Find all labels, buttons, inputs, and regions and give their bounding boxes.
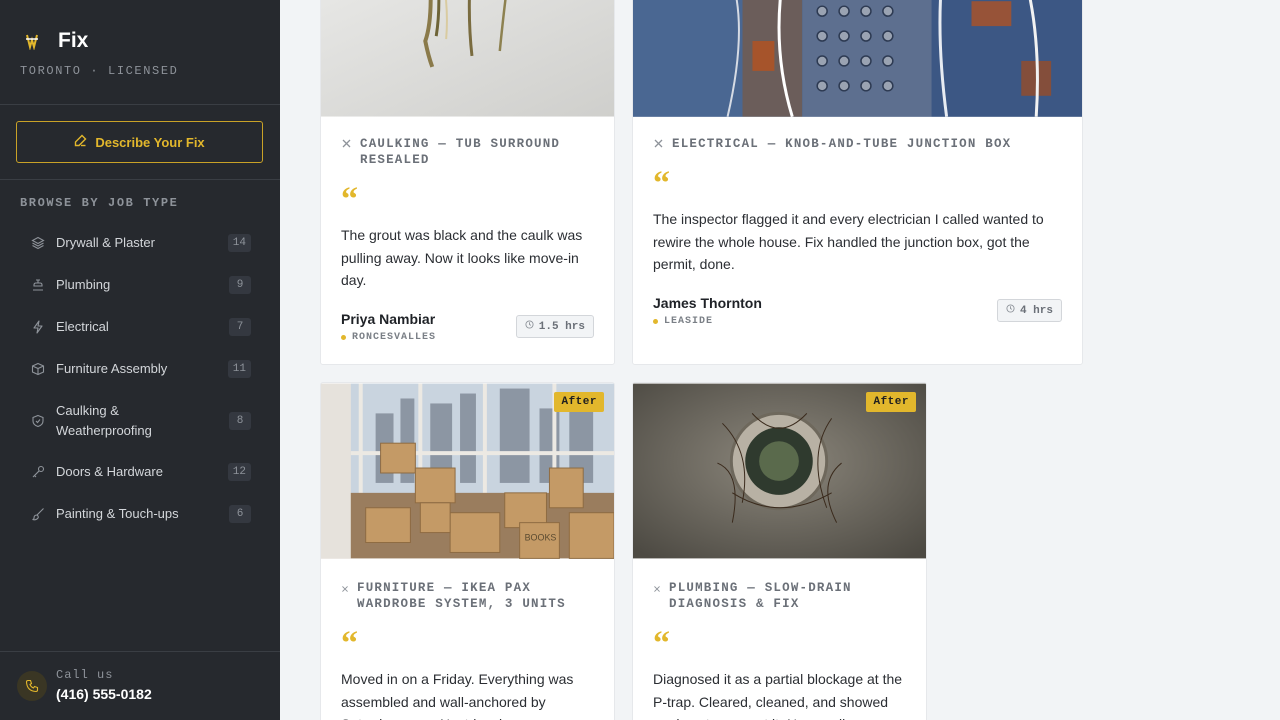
clock-icon [525, 320, 534, 333]
sidebar: Fix TORONTO · LICENSED Describe Your Fix… [0, 0, 280, 720]
nav-item-count: 9 [229, 276, 251, 294]
quote-mark-icon: “ [341, 181, 358, 218]
location-dot-icon [653, 319, 658, 324]
nav-item-label: Painting & Touch-ups [56, 506, 179, 521]
nav-item-furniture[interactable]: Furniture Assembly 11 [16, 348, 264, 390]
tub-photo [321, 0, 614, 117]
describe-fix-label: Describe Your Fix [95, 134, 205, 150]
nav-item-count: 6 [229, 505, 251, 523]
nav-item-doors[interactable]: Doors & Hardware 12 [16, 451, 264, 493]
brand-name: Fix [58, 29, 89, 52]
phone-number-link[interactable]: (416) 555-0182 [56, 686, 152, 702]
nav-item-caulking[interactable]: Caulking & Weatherproofing 8 [16, 390, 264, 451]
tools-icon [341, 138, 352, 168]
time-text: 1.5 hrs [538, 320, 585, 333]
job-type-label: ELECTRICAL — KNOB-AND-TUBE JUNCTION BOX [653, 136, 1073, 154]
nav-item-count: 12 [227, 463, 251, 481]
testimonial-card[interactable]: ELECTRICAL — KNOB-AND-TUBE JUNCTION BOX … [632, 0, 1083, 365]
nav-item-label: Furniture Assembly [56, 361, 168, 376]
junction-box-photo [633, 0, 1082, 117]
location-dot-icon [341, 335, 346, 340]
neighbourhood-text: RONCESVALLES [352, 332, 437, 343]
describe-fix-button[interactable]: Describe Your Fix [16, 121, 263, 163]
nav-item-painting[interactable]: Painting & Touch-ups 6 [16, 493, 264, 535]
nav-item-count: 14 [227, 234, 251, 252]
testimonial-quote: Diagnosed it as a partial blockage at th… [653, 671, 903, 720]
testimonial-quote: The grout was black and the caulk was pu… [341, 227, 583, 288]
nav-item-plumbing[interactable]: Plumbing 9 [16, 264, 264, 306]
faucet-icon [30, 277, 46, 293]
brand[interactable]: Fix [20, 26, 88, 56]
author-name: Priya Nambiar [341, 311, 436, 327]
tools-icon [653, 138, 664, 154]
testimonial-card[interactable]: After PLUMBING — SLOW-DRAIN DIAGNOSIS & … [632, 382, 927, 720]
box-label: BOOKS [525, 533, 557, 543]
tools-icon [341, 582, 349, 612]
job-type-text: CAULKING — TUB SURROUND RESEALED [360, 137, 561, 167]
neighbourhood-label: RONCESVALLES [341, 332, 436, 343]
time-badge: 4 hrs [996, 299, 1062, 322]
divider [0, 104, 280, 105]
brand-logo-icon [20, 29, 44, 53]
time-text: 4 hrs [1019, 304, 1053, 317]
nav-item-count: 11 [227, 360, 251, 378]
nav-item-count: 7 [229, 318, 251, 336]
brush-icon [30, 506, 46, 522]
nav-item-label: Doors & Hardware [56, 464, 163, 479]
phone-icon [17, 671, 47, 701]
quote-mark-icon: “ [653, 165, 670, 202]
nav-section-title: BROWSE BY JOB TYPE [20, 196, 179, 210]
nav-item-label: Caulking & Weatherproofing [56, 402, 152, 438]
divider [0, 179, 280, 180]
quote-mark-icon: “ [341, 625, 358, 662]
call-us-label: Call us [56, 668, 114, 682]
after-badge: After [866, 392, 916, 412]
bolt-icon [30, 319, 46, 335]
layers-icon [30, 235, 46, 251]
time-badge: 1.5 hrs [515, 315, 594, 338]
tools-icon [653, 582, 661, 612]
neighbourhood-label: LEASIDE [653, 316, 713, 327]
sidebar-footer: Call us (416) 555-0182 [0, 651, 280, 720]
quote-mark-icon: “ [653, 625, 670, 662]
job-type-text: ELECTRICAL — KNOB-AND-TUBE JUNCTION BOX [672, 137, 1012, 151]
job-type-text: PLUMBING — SLOW-DRAIN DIAGNOSIS & FIX [669, 581, 852, 611]
brand-subtitle: TORONTO · LICENSED [20, 64, 179, 78]
key-icon [30, 464, 46, 480]
job-type-text: FURNITURE — IKEA PAX WARDROBE SYSTEM, 3 … [357, 581, 566, 611]
job-type-label: CAULKING — TUB SURROUND RESEALED [341, 136, 601, 168]
testimonial-card[interactable]: BOOKS After FURNITURE — IKEA PAX WARDROB… [320, 382, 615, 720]
nav-item-electrical[interactable]: Electrical 7 [16, 306, 264, 348]
neighbourhood-text: LEASIDE [664, 316, 714, 327]
testimonial-card[interactable]: CAULKING — TUB SURROUND RESEALED “ The g… [320, 0, 615, 365]
author-name: James Thornton [653, 295, 762, 311]
clock-icon [1006, 304, 1015, 317]
nav-item-label: Plumbing [56, 277, 111, 292]
nav-item-drywall[interactable]: Drywall & Plaster 14 [16, 222, 264, 264]
job-type-label: FURNITURE — IKEA PAX WARDROBE SYSTEM, 3 … [341, 580, 601, 612]
job-type-label: PLUMBING — SLOW-DRAIN DIAGNOSIS & FIX [653, 580, 913, 612]
job-type-nav: Drywall & Plaster 14 Plumbing 9 Electric… [16, 222, 264, 535]
edit-icon [74, 134, 87, 150]
testimonial-quote: Moved in on a Friday. Everything was ass… [341, 671, 574, 720]
box-icon [30, 361, 46, 377]
nav-item-label: Drywall & Plaster [56, 235, 155, 250]
shield-icon [30, 413, 46, 429]
nav-item-label: Electrical [56, 319, 109, 334]
nav-item-count: 8 [229, 411, 251, 430]
after-badge: After [554, 392, 604, 412]
testimonial-quote: The inspector flagged it and every elect… [653, 211, 1044, 272]
